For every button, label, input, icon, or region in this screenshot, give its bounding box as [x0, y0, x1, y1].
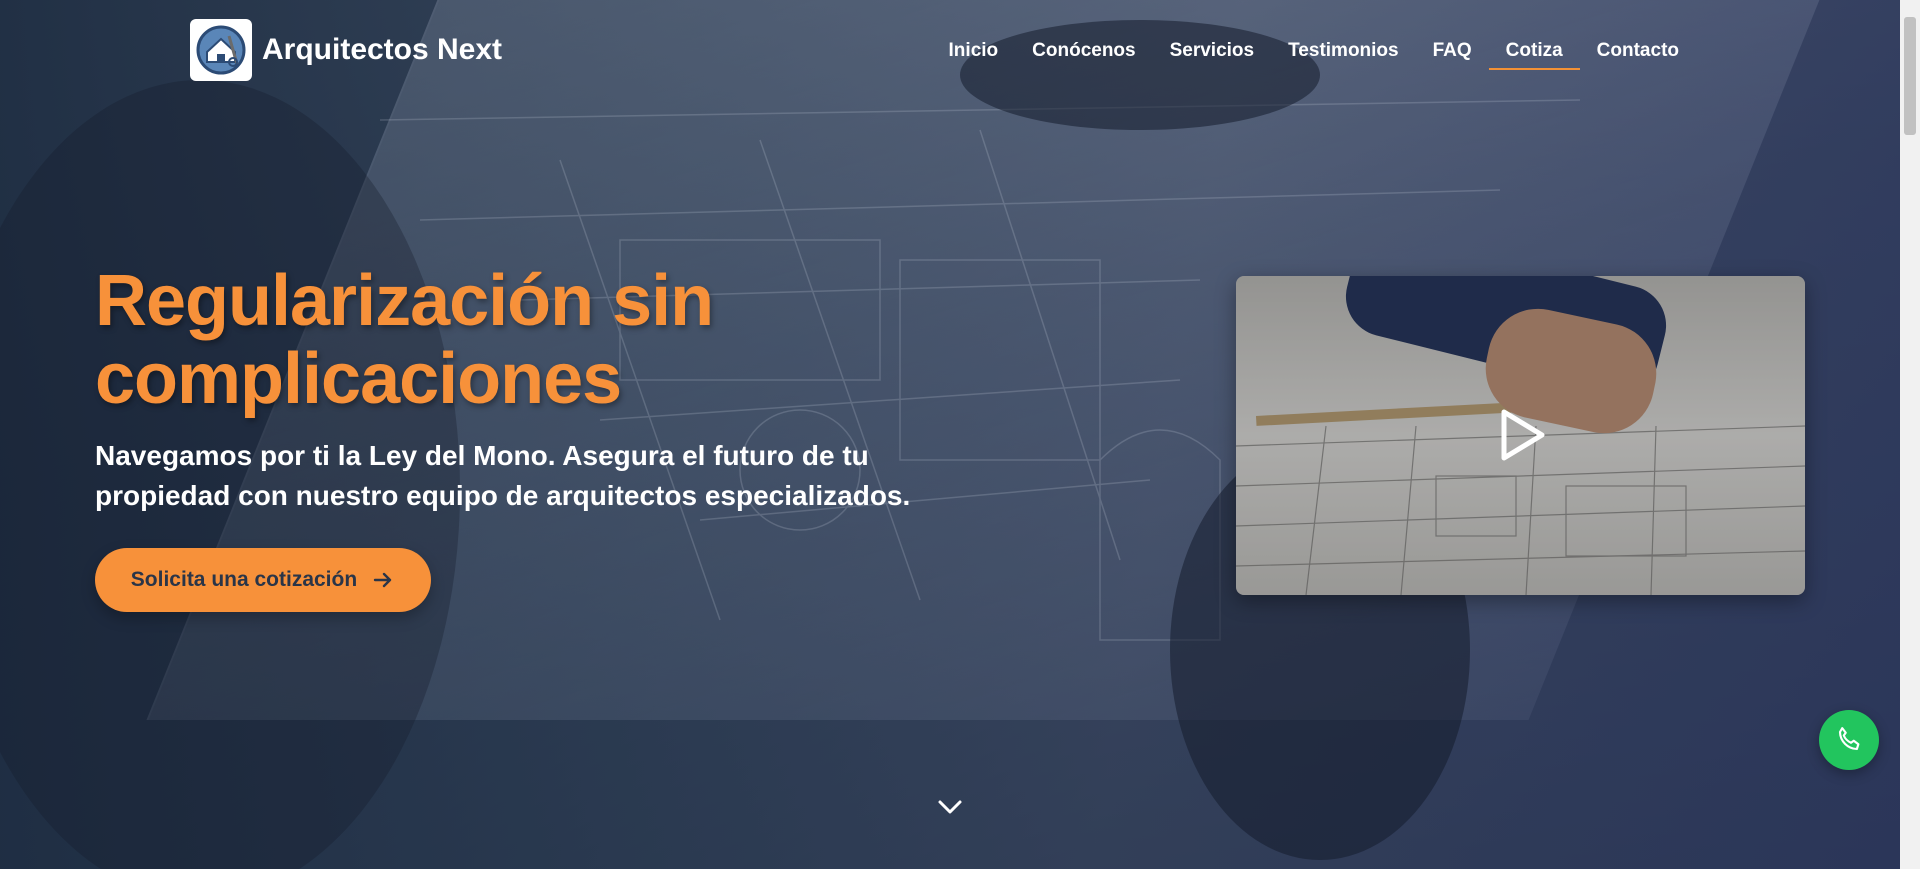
page-scrollbar[interactable] — [1900, 0, 1920, 869]
nav-item-servicios[interactable]: Servicios — [1153, 36, 1272, 70]
logo-icon — [190, 19, 252, 81]
nav-item-cotiza[interactable]: Cotiza — [1488, 36, 1580, 70]
chevron-down-icon[interactable] — [937, 798, 963, 816]
nav-item-faq[interactable]: FAQ — [1416, 36, 1489, 70]
request-quote-button[interactable]: Solicita una cotización — [95, 548, 431, 612]
hero-title-line-2: complicaciones — [95, 339, 622, 419]
play-icon[interactable] — [1498, 408, 1546, 462]
brand-name: Arquitectos Next — [262, 33, 503, 66]
nav-item-testimonios[interactable]: Testimonios — [1271, 36, 1416, 70]
scrollbar-thumb[interactable] — [1904, 17, 1916, 135]
phone-icon — [1838, 727, 1860, 751]
site-header: Arquitectos Next Inicio Conócenos Servic… — [0, 0, 1900, 100]
request-quote-label: Solicita una cotización — [130, 568, 358, 591]
nav-item-conocenos[interactable]: Conócenos — [1015, 36, 1152, 70]
hero-title-line-1: Regularización sin — [95, 261, 714, 341]
phone-call-button[interactable] — [1819, 710, 1879, 770]
hero-title: Regularización sin complicaciones — [95, 262, 995, 418]
arrow-right-icon — [373, 572, 392, 588]
brand-logo[interactable]: Arquitectos Next — [190, 19, 502, 81]
nav-item-contacto[interactable]: Contacto — [1580, 36, 1696, 70]
main-nav: Inicio Conócenos Servicios Testimonios F… — [932, 36, 1696, 70]
video-player[interactable] — [1236, 276, 1805, 595]
nav-item-inicio[interactable]: Inicio — [932, 36, 1016, 70]
page: Arquitectos Next Inicio Conócenos Servic… — [0, 0, 1920, 869]
hero-content: Regularización sin complicaciones Navega… — [95, 262, 995, 516]
hero-subtitle: Navegamos por ti la Ley del Mono. Asegur… — [95, 440, 911, 511]
